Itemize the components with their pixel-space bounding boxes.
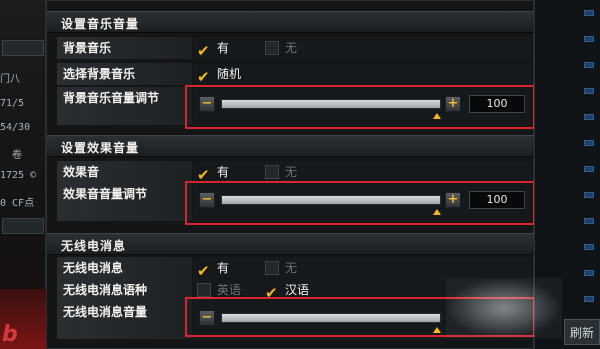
- effect-on-label: 有: [217, 165, 230, 179]
- bgm-on-label: 有: [217, 41, 230, 55]
- bgm-label: 背景音乐: [57, 37, 192, 59]
- radio-volume-label: 无线电消息音量: [57, 301, 192, 339]
- check-icon: ✔: [197, 262, 210, 280]
- bgm-on-checkbox[interactable]: ✔: [197, 41, 211, 59]
- bgm-volume-highlight: [185, 85, 535, 129]
- right-indicator: [584, 114, 594, 120]
- effect-label: 效果音: [57, 161, 192, 183]
- radio-on-checkbox[interactable]: ✔: [197, 261, 211, 279]
- bgm-select-label: 选择背景音乐: [57, 63, 192, 85]
- effect-section-header: 设置效果音量: [47, 135, 535, 157]
- bgm-random-label: 随机: [217, 67, 242, 81]
- music-section-title: 设置音乐音量: [61, 17, 140, 31]
- left-red-text: b: [2, 322, 18, 347]
- left-text-4: 卷: [12, 150, 22, 161]
- bgm-off-checkbox[interactable]: [265, 41, 279, 55]
- effect-volume-label: 效果音音量调节: [57, 183, 192, 221]
- left-text-1: 门八: [0, 74, 20, 85]
- left-text-2: 71/5: [0, 98, 25, 109]
- bgm-row: 背景音乐 ✔ 有 无: [51, 37, 531, 59]
- radio-chinese-checkbox[interactable]: ✔: [265, 283, 279, 301]
- right-indicator: [584, 244, 594, 250]
- radio-english-checkbox[interactable]: [197, 283, 211, 297]
- effect-off-checkbox[interactable]: [265, 165, 279, 179]
- bgm-volume-label: 背景音乐音量调节: [57, 87, 192, 125]
- right-indicator: [584, 36, 594, 42]
- left-side-panel: 门八 71/5 54/30 卷 1725 © 0 CF点 b: [0, 0, 46, 349]
- radio-label: 无线电消息: [57, 257, 192, 279]
- left-box-1: [2, 40, 44, 56]
- right-indicator: [584, 270, 594, 276]
- left-red-banner: b: [0, 289, 46, 349]
- effect-row: 效果音 ✔ 有 无: [51, 161, 531, 183]
- radio-on-label: 有: [217, 261, 230, 275]
- radio-row: 无线电消息 ✔ 有 无: [51, 257, 531, 279]
- right-indicator: [584, 192, 594, 198]
- radio-chinese-label: 汉语: [285, 283, 310, 297]
- left-text-3: 54/30: [0, 122, 31, 133]
- radio-options: ✔ 有 无: [193, 257, 531, 279]
- watermark: [446, 278, 562, 338]
- right-indicator: [584, 296, 594, 302]
- radio-english-label: 英语: [217, 283, 242, 297]
- radio-section-title: 无线电消息: [61, 239, 127, 253]
- effect-on-checkbox[interactable]: ✔: [197, 165, 211, 183]
- right-indicator: [584, 166, 594, 172]
- bgm-options: ✔ 有 无: [193, 37, 531, 59]
- effect-options: ✔ 有 无: [193, 161, 531, 183]
- right-indicator: [584, 218, 594, 224]
- radio-language-label: 无线电消息语种: [57, 279, 192, 301]
- bgm-select-row: 选择背景音乐 ✔ 随机: [51, 63, 531, 85]
- radio-off-label: 无: [285, 261, 298, 275]
- right-indicator: [584, 140, 594, 146]
- effect-section-title: 设置效果音量: [61, 141, 140, 155]
- right-indicator: [584, 88, 594, 94]
- refresh-button[interactable]: 刷新: [564, 319, 600, 345]
- effect-off-label: 无: [285, 165, 298, 179]
- bgm-off-label: 无: [285, 41, 298, 55]
- left-text-5: 1725 ©: [0, 170, 37, 181]
- check-icon: ✔: [197, 68, 210, 86]
- right-indicator: [584, 10, 594, 16]
- left-text-6: 0 CF点: [0, 198, 35, 209]
- left-box-2: [2, 218, 44, 234]
- bgm-random-checkbox[interactable]: ✔: [197, 67, 211, 85]
- right-indicator: [584, 62, 594, 68]
- check-icon: ✔: [197, 42, 210, 60]
- bgm-select-options: ✔ 随机: [193, 63, 531, 85]
- radio-off-checkbox[interactable]: [265, 261, 279, 275]
- music-section-header: 设置音乐音量: [47, 11, 535, 33]
- radio-section-header: 无线电消息: [47, 233, 535, 255]
- effect-volume-highlight: [185, 181, 535, 225]
